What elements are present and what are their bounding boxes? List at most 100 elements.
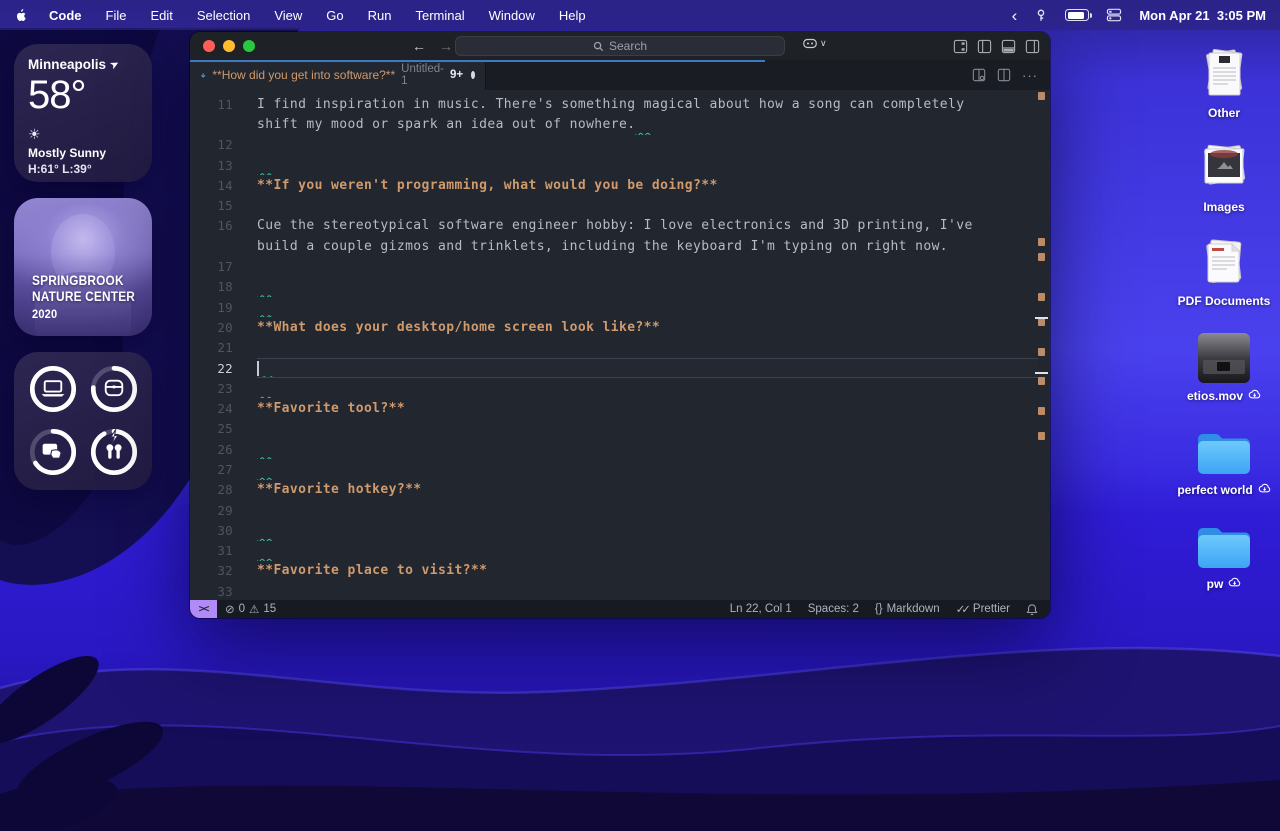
battery-ring-airpods [85,423,143,486]
editor-line[interactable]: 28**Favorite hotkey?** [190,480,1050,500]
editor-line[interactable]: 17 [190,256,1050,276]
editor-line[interactable]: 33 [190,581,1050,600]
editor-line[interactable]: 14**If you weren't programming, what wou… [190,175,1050,195]
desktop-icon-perfect-world[interactable]: perfect world [1168,420,1280,497]
desktop-icon-other[interactable]: Other [1168,44,1280,120]
toggle-secondary-sidebar-icon[interactable] [1025,39,1040,54]
icloud-download-icon [1247,388,1261,403]
menu-view[interactable]: View [274,8,302,23]
editor-line[interactable]: 16Cue the stereotypical software enginee… [190,216,1050,236]
editor-line[interactable]: 13 [190,155,1050,175]
menu-edit[interactable]: Edit [150,8,172,23]
ruler-warning-mark [1038,253,1045,261]
status-formatter[interactable]: ✓✓Prettier [956,602,1010,616]
desktop-icon-etios-mov[interactable]: etios.mov [1168,326,1280,403]
menu-window[interactable]: Window [489,8,535,23]
weather-widget[interactable]: Minneapolis➤ 58° ☀ Mostly Sunny H:61° L:… [14,44,152,182]
editor-line[interactable]: 31 [190,541,1050,561]
menu-code[interactable]: Code [49,8,82,23]
status-remote[interactable]: >< [190,600,217,618]
editor-line[interactable]: 11I find inspiration in music. There's s… [190,94,1050,114]
editor-line[interactable]: 18 [190,277,1050,297]
editor-line[interactable]: 25 [190,419,1050,439]
line-content [257,358,1038,378]
menu-help[interactable]: Help [559,8,586,23]
status-indentation[interactable]: Spaces: 2 [808,603,859,615]
ruler-warning-mark [1038,432,1045,440]
editor-line[interactable]: 21 [190,338,1050,358]
title-bar[interactable]: ← → Search ∨ [190,32,1050,60]
editor[interactable]: 11I find inspiration in music. There's s… [190,90,1050,600]
zoom-button[interactable] [243,40,255,52]
battery-ring-airpods-case [85,360,143,423]
menu-go[interactable]: Go [326,8,343,23]
displays-icon[interactable] [1106,8,1122,22]
toggle-primary-sidebar-icon[interactable] [977,39,992,54]
battery-ring-macbook [24,360,82,423]
line-content [257,520,1038,540]
editor-line[interactable]: 30 [190,520,1050,540]
menu-file[interactable]: File [106,8,127,23]
line-content [257,256,1038,276]
more-actions-icon[interactable]: ··· [1022,68,1038,83]
editor-line[interactable]: 23 [190,378,1050,398]
line-content: **Favorite place to visit?** [257,561,1038,581]
split-editor-icon[interactable] [972,68,986,82]
close-button[interactable] [203,40,215,52]
warning-squiggle [257,442,273,457]
menu-terminal[interactable]: Terminal [416,8,465,23]
tab-untitled-1[interactable]: **How did you get into software?** Untit… [190,60,486,90]
editor-line[interactable]: 27 [190,459,1050,479]
editor-line[interactable]: 22 [190,358,1050,378]
customize-layout-icon[interactable] [953,39,968,54]
line-number: 11 [190,97,257,112]
line-content [257,500,1038,520]
editor-line[interactable]: 32**Favorite place to visit?** [190,561,1050,581]
pdf-stack-icon [1193,232,1255,290]
status-problems[interactable]: ⊘0 ⚠15 [225,602,276,616]
desktop-icon-images[interactable]: Images [1168,138,1280,214]
chevron-left-icon[interactable]: ‹ [1012,7,1018,24]
warning-squiggle [257,543,273,558]
apple-menu-icon[interactable] [14,7,29,24]
editor-layout-icon[interactable] [997,68,1011,82]
minimize-button[interactable] [223,40,235,52]
toggle-panel-icon[interactable] [1001,39,1016,54]
menu-run[interactable]: Run [368,8,392,23]
editor-line[interactable]: 26 [190,439,1050,459]
editor-line[interactable]: 15 [190,195,1050,215]
modified-indicator[interactable] [471,71,475,79]
notifications-bell-icon[interactable] [1026,603,1038,616]
editor-line[interactable]: 29 [190,500,1050,520]
editor-line[interactable]: 20**What does your desktop/home screen l… [190,317,1050,337]
search-box[interactable]: Search [455,36,785,56]
chevron-down-icon: ∨ [820,38,827,49]
line-content [257,541,1038,561]
nav-forward-icon[interactable]: → [439,38,453,54]
status-language[interactable]: {}Markdown [875,603,940,615]
editor-line[interactable]: 24**Favorite tool?** [190,398,1050,418]
ruler-warning-mark [1038,293,1045,301]
desktop-icon-pw[interactable]: pw [1168,514,1280,591]
line-content [257,135,1038,155]
nav-back-icon[interactable]: ← [412,38,426,54]
braces-icon: {} [875,603,883,615]
editor-line[interactable]: shift my mood or spark an idea out of no… [190,114,1050,134]
photo-widget[interactable]: SPRINGBROOK NATURE CENTER 2020 [14,198,152,336]
editor-line[interactable]: 12 [190,135,1050,155]
menu-bar: Code File Edit Selection View Go Run Terminal Wi… [0,0,1280,30]
status-cursor-position[interactable]: Ln 22, Col 1 [730,603,792,615]
ruler-warning-mark [1038,407,1045,415]
weather-city: Minneapolis [28,57,106,72]
menu-selection[interactable]: Selection [197,8,250,23]
battery-icon[interactable] [1065,9,1089,21]
editor-line[interactable]: 19 [190,297,1050,317]
editor-line[interactable]: build a couple gizmos and trinklets, inc… [190,236,1050,256]
copilot-button[interactable]: ∨ [802,37,827,50]
desktop-icon-pdf-documents[interactable]: PDF Documents [1168,232,1280,308]
line-content: **Favorite hotkey?** [257,480,1038,500]
key-icon[interactable] [1034,8,1048,23]
menu-clock[interactable]: Mon Apr 21 3:05 PM [1139,8,1266,23]
batteries-widget[interactable] [14,352,152,490]
markdown-file-icon [200,69,206,82]
